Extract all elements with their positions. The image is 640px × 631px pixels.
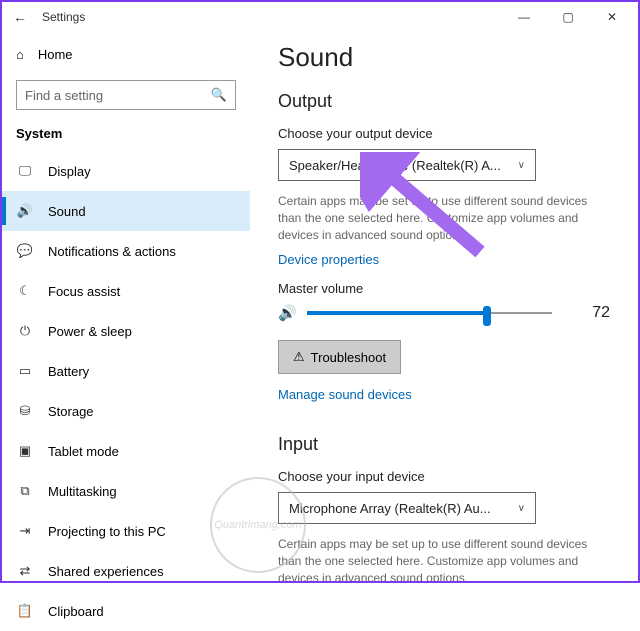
maximize-button[interactable]: ▢ — [546, 2, 590, 32]
sidebar-item-label: Notifications & actions — [48, 244, 176, 259]
sidebar-item-label: Display — [48, 164, 91, 179]
troubleshoot-button[interactable]: ⚠ Troubleshoot — [278, 340, 401, 374]
home-icon: ⌂ — [16, 47, 24, 62]
master-volume-row: 🔊 72 — [278, 304, 610, 322]
back-button[interactable]: ← — [6, 9, 34, 25]
battery-icon: ▭ — [16, 363, 34, 379]
chevron-down-icon: ∨ — [518, 160, 525, 171]
window-title: Settings — [42, 10, 85, 24]
volume-icon[interactable]: 🔊 — [278, 304, 297, 322]
tablet-icon: ▣ — [16, 443, 34, 459]
sidebar-item-projecting[interactable]: ⇥ Projecting to this PC — [2, 511, 250, 551]
manage-sound-devices-link[interactable]: Manage sound devices — [278, 387, 412, 402]
notifications-icon: 💬 — [16, 243, 34, 259]
input-heading: Input — [278, 434, 610, 455]
sidebar-item-clipboard[interactable]: 📋 Clipboard — [2, 591, 250, 631]
sidebar-item-storage[interactable]: ⛁ Storage — [2, 391, 250, 431]
sidebar-home-label: Home — [38, 47, 73, 62]
sidebar-item-notifications[interactable]: 💬 Notifications & actions — [2, 231, 250, 271]
storage-icon: ⛁ — [16, 403, 34, 419]
search-field[interactable] — [25, 88, 211, 103]
input-device-select[interactable]: Microphone Array (Realtek(R) Au... ∨ — [278, 492, 536, 524]
troubleshoot-label: Troubleshoot — [311, 350, 386, 365]
sidebar-item-battery[interactable]: ▭ Battery — [2, 351, 250, 391]
sidebar-item-label: Battery — [48, 364, 89, 379]
sidebar-item-power-sleep[interactable]: ⏻ Power & sleep — [2, 311, 250, 351]
sidebar-item-label: Clipboard — [48, 604, 104, 619]
content-pane: Sound Output Choose your output device S… — [250, 32, 638, 581]
sidebar-item-label: Focus assist — [48, 284, 120, 299]
sidebar-item-display[interactable]: 🖵 Display — [2, 151, 250, 191]
shared-icon: ⇄ — [16, 563, 34, 579]
sidebar-item-label: Tablet mode — [48, 444, 119, 459]
sidebar-item-label: Projecting to this PC — [48, 524, 166, 539]
sidebar-item-label: Shared experiences — [48, 564, 164, 579]
display-icon: 🖵 — [16, 163, 34, 179]
search-icon: 🔍 — [211, 87, 227, 103]
sidebar-item-label: Storage — [48, 404, 94, 419]
output-device-select[interactable]: Speaker/Headphone (Realtek(R) A... ∨ — [278, 149, 536, 181]
focus-assist-icon: ☾ — [16, 283, 34, 299]
multitasking-icon: ⧉ — [16, 483, 34, 499]
input-device-selected: Microphone Array (Realtek(R) Au... — [289, 501, 518, 516]
sidebar-item-label: Sound — [48, 204, 86, 219]
warning-icon: ⚠ — [293, 349, 305, 365]
master-volume-slider[interactable] — [307, 304, 553, 322]
page-title: Sound — [278, 42, 610, 73]
output-device-selected: Speaker/Headphone (Realtek(R) A... — [289, 158, 518, 173]
clipboard-icon: 📋 — [16, 603, 34, 619]
master-volume-label: Master volume — [278, 281, 610, 296]
sidebar: ⌂ Home 🔍 System 🖵 Display 🔊 Sound 💬 Noti… — [2, 32, 250, 581]
sidebar-item-tablet-mode[interactable]: ▣ Tablet mode — [2, 431, 250, 471]
sidebar-item-focus-assist[interactable]: ☾ Focus assist — [2, 271, 250, 311]
sidebar-item-label: Power & sleep — [48, 324, 132, 339]
sidebar-item-shared-experiences[interactable]: ⇄ Shared experiences — [2, 551, 250, 591]
input-choose-label: Choose your input device — [278, 469, 610, 484]
master-volume-value: 72 — [592, 304, 610, 322]
power-icon: ⏻ — [16, 323, 34, 339]
chevron-down-icon: ∨ — [518, 503, 525, 514]
sidebar-item-sound[interactable]: 🔊 Sound — [2, 191, 250, 231]
titlebar: ← Settings — ▢ ✕ — [2, 2, 638, 32]
close-button[interactable]: ✕ — [590, 2, 634, 32]
sidebar-item-label: Multitasking — [48, 484, 117, 499]
output-desc: Certain apps may be set up to use differ… — [278, 193, 610, 243]
sidebar-home[interactable]: ⌂ Home — [2, 36, 250, 72]
output-device-properties-link[interactable]: Device properties — [278, 252, 379, 267]
projecting-icon: ⇥ — [16, 523, 34, 539]
minimize-button[interactable]: — — [502, 2, 546, 32]
search-input[interactable]: 🔍 — [16, 80, 236, 110]
output-heading: Output — [278, 91, 610, 112]
sound-icon: 🔊 — [16, 203, 34, 219]
output-choose-label: Choose your output device — [278, 126, 610, 141]
input-desc: Certain apps may be set up to use differ… — [278, 536, 610, 581]
sidebar-item-multitasking[interactable]: ⧉ Multitasking — [2, 471, 250, 511]
sidebar-category: System — [2, 120, 250, 151]
